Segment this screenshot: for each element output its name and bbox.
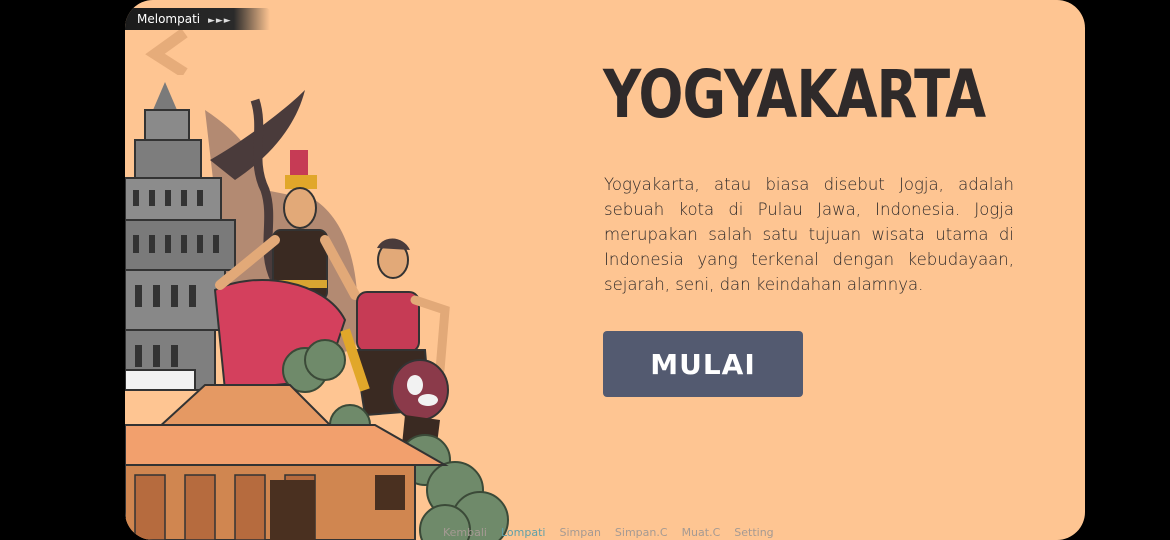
quick-menu-back[interactable]: Kembali [443,526,487,539]
quick-menu-skip[interactable]: Lompati [501,526,545,539]
quick-menu-settings[interactable]: Setting [734,526,773,539]
quick-menu-quick-load[interactable]: Muat.C [682,526,721,539]
skip-label: Melompati [137,12,201,26]
game-screen: Melompati ►►► YOGYAKARTA Yogyakarta, ata… [125,0,1085,540]
city-description: Yogyakarta, atau biasa disebut Jogja, ad… [604,175,1014,294]
quick-menu: Kembali Lompati Simpan Simpan.C Muat.C S… [443,526,774,539]
back-arrow-icon[interactable] [135,30,190,75]
yogyakarta-culture-illustration [125,82,509,540]
fast-forward-icon: ►►► [207,16,232,26]
skip-indicator: Melompati ►►► [125,8,270,30]
quick-menu-save[interactable]: Simpan [559,526,600,539]
quick-menu-quick-save[interactable]: Simpan.C [615,526,668,539]
page-title: YOGYAKARTA [603,56,986,133]
start-button[interactable]: MULAI [603,331,803,397]
